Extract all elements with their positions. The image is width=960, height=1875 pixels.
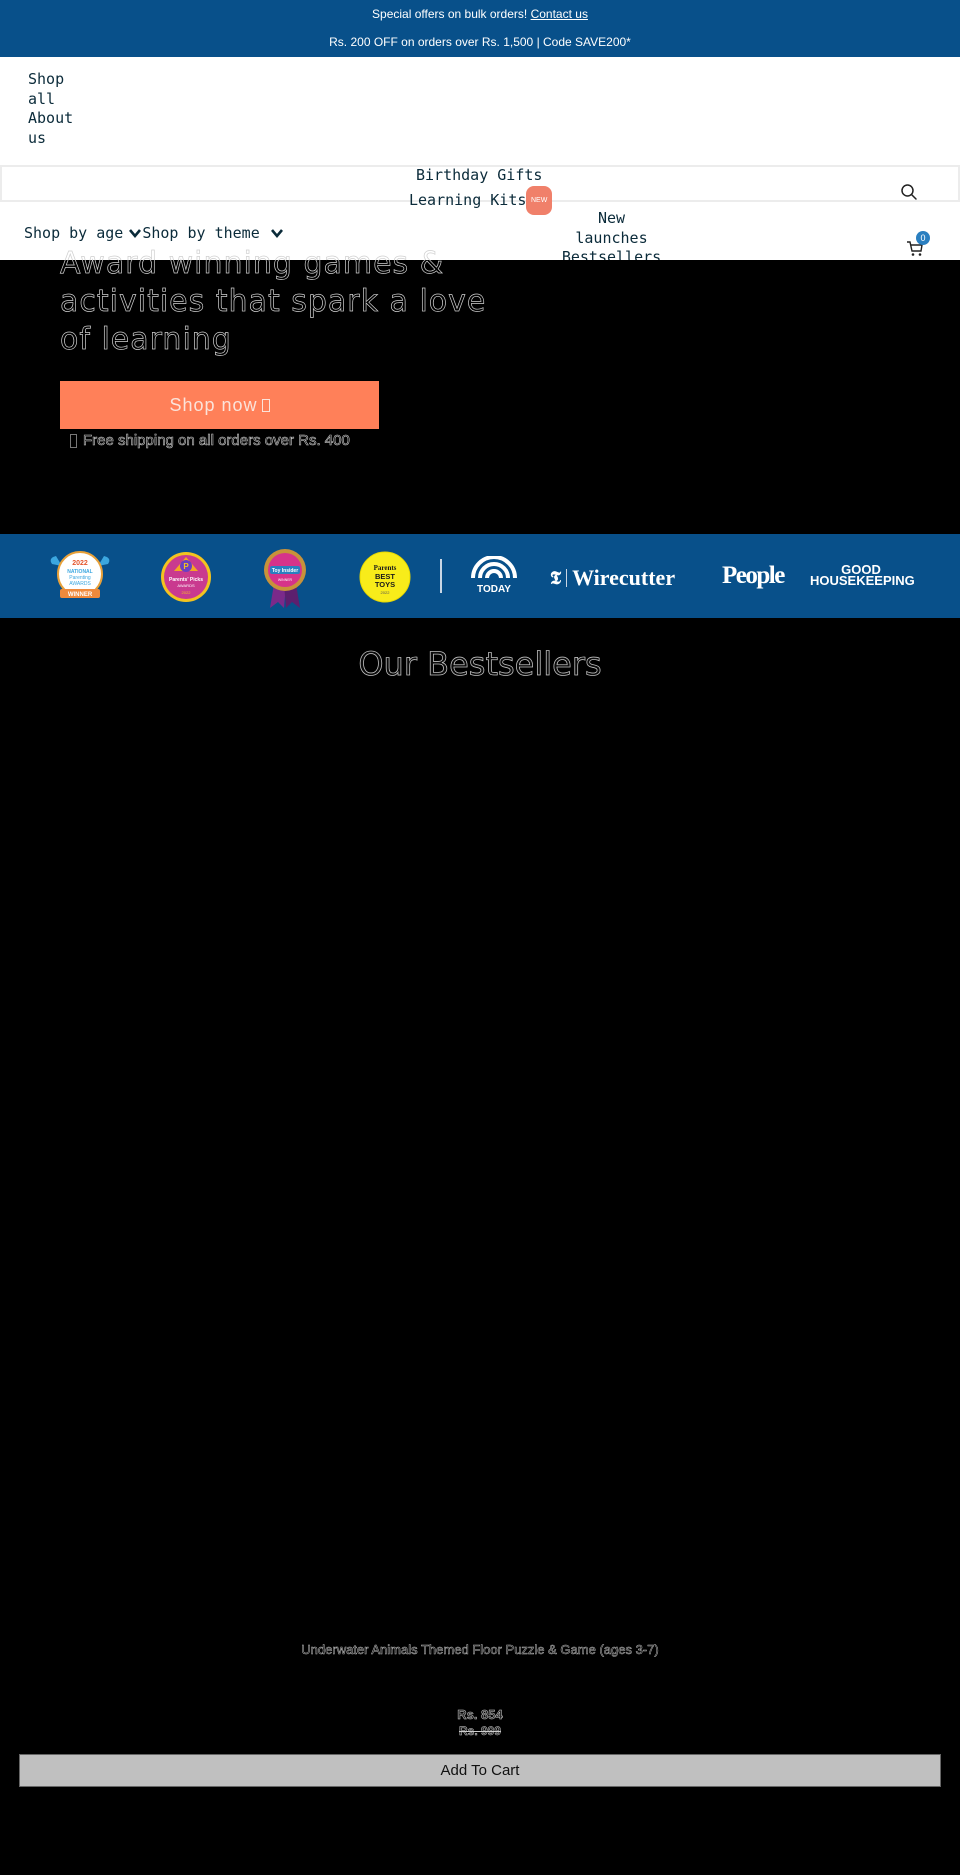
shop-now-button[interactable]: Shop now (60, 381, 379, 429)
nav-birthday-gifts[interactable]: Birthday Gifts (416, 163, 542, 188)
site-header: Shop all About us Birthday Gifts Learnin… (0, 57, 960, 266)
announcement-text: Special offers on bulk orders! (372, 7, 528, 21)
svg-text:WINNER: WINNER (278, 578, 293, 582)
shop-now-label: Shop now (169, 394, 258, 415)
award-national-parenting: 2022 NATIONAL Parenting AWARDS WINNER (46, 550, 114, 609)
wirecutter-label: Wirecutter (572, 565, 676, 590)
announcement-line-offer: Rs. 200 OFF on orders over Rs. 1,500 | C… (329, 35, 631, 49)
arrow-icon (261, 398, 270, 412)
press-logo-wirecutter: 𝕿 Wirecutter (550, 565, 675, 591)
top-links: Shop all About us (28, 70, 88, 148)
hero-title: Award winning games & activities that sp… (60, 246, 487, 358)
svg-text:AWARDS: AWARDS (69, 581, 91, 587)
awards-divider (440, 559, 442, 593)
chevron-down-icon (128, 226, 142, 240)
svg-text:WINNER: WINNER (68, 592, 93, 598)
shop-by-theme-dropdown[interactable]: Shop by theme (142, 224, 283, 242)
shop-by-theme-label: Shop by theme (142, 224, 260, 242)
free-shipping-note: Free shipping on all orders over Rs. 400 (70, 432, 350, 449)
press-logo-good-housekeeping: GOOD HOUSEKEEPING (810, 562, 915, 588)
wirecutter-divider (566, 569, 568, 587)
shop-all-link[interactable]: Shop all (28, 70, 88, 109)
free-shipping-text: Free shipping on all orders over Rs. 400 (83, 432, 350, 450)
svg-text:2022: 2022 (182, 590, 192, 595)
nav-new-launches[interactable]: New launches (558, 209, 665, 248)
awards-strip: 2022 NATIONAL Parenting AWARDS WINNER P … (0, 534, 960, 618)
award-toy-insider: Toy Insider WINNER (262, 548, 308, 615)
award-parents-best-toys: Parents BEST TOYS 2022 (359, 551, 411, 608)
product-title[interactable]: Underwater Animals Themed Floor Puzzle &… (0, 1642, 960, 1658)
announcement-line-bulk: Special offers on bulk orders! Contact u… (0, 7, 960, 21)
nav-learning-kits-label: Learning Kits (409, 191, 527, 209)
press-logo-people: People (722, 562, 785, 589)
truck-icon (70, 433, 77, 448)
nav-dropdowns: Shop by age Shop by theme (24, 224, 284, 242)
svg-text:P: P (183, 562, 189, 571)
add-to-cart-button[interactable]: Add To Cart (19, 1754, 941, 1787)
svg-text:Parents: Parents (374, 564, 397, 572)
search-icon[interactable] (900, 183, 918, 201)
chevron-down-icon (270, 226, 284, 240)
svg-text:TODAY: TODAY (477, 584, 511, 594)
press-logo-today: TODAY (471, 555, 517, 599)
new-badge: NEW (526, 186, 553, 215)
product-compare-price: Rs. 999 (458, 1724, 502, 1739)
announcement-bar: Special offers on bulk orders! Contact u… (0, 0, 960, 57)
svg-text:Toy Insider: Toy Insider (272, 568, 298, 574)
svg-text:2022: 2022 (72, 560, 88, 567)
svg-text:AWARDS: AWARDS (177, 583, 195, 588)
nav-right: New launches Bestsellers (558, 209, 665, 268)
svg-text:2022: 2022 (381, 590, 391, 595)
nyt-logo-icon: 𝕿 (550, 567, 562, 588)
cart-count-badge: 0 (916, 231, 930, 245)
award-parents-picks: P Parents' Picks AWARDS 2022 (160, 551, 212, 608)
shop-by-age-label: Shop by age (24, 224, 124, 242)
shop-by-age-dropdown[interactable]: Shop by age (24, 224, 142, 242)
nav-learning-kits[interactable]: Learning Kits NEW (409, 186, 553, 215)
nav-center: Birthday Gifts Learning Kits NEW (409, 163, 553, 215)
bestsellers-title: Our Bestsellers (358, 645, 602, 684)
hero-section: Award winning games & activities that sp… (0, 246, 960, 534)
about-us-link[interactable]: About us (28, 109, 88, 148)
product-price: Rs. 854 (457, 1707, 503, 1723)
svg-text:TOYS: TOYS (375, 580, 395, 589)
contact-us-link[interactable]: Contact us (531, 7, 588, 21)
